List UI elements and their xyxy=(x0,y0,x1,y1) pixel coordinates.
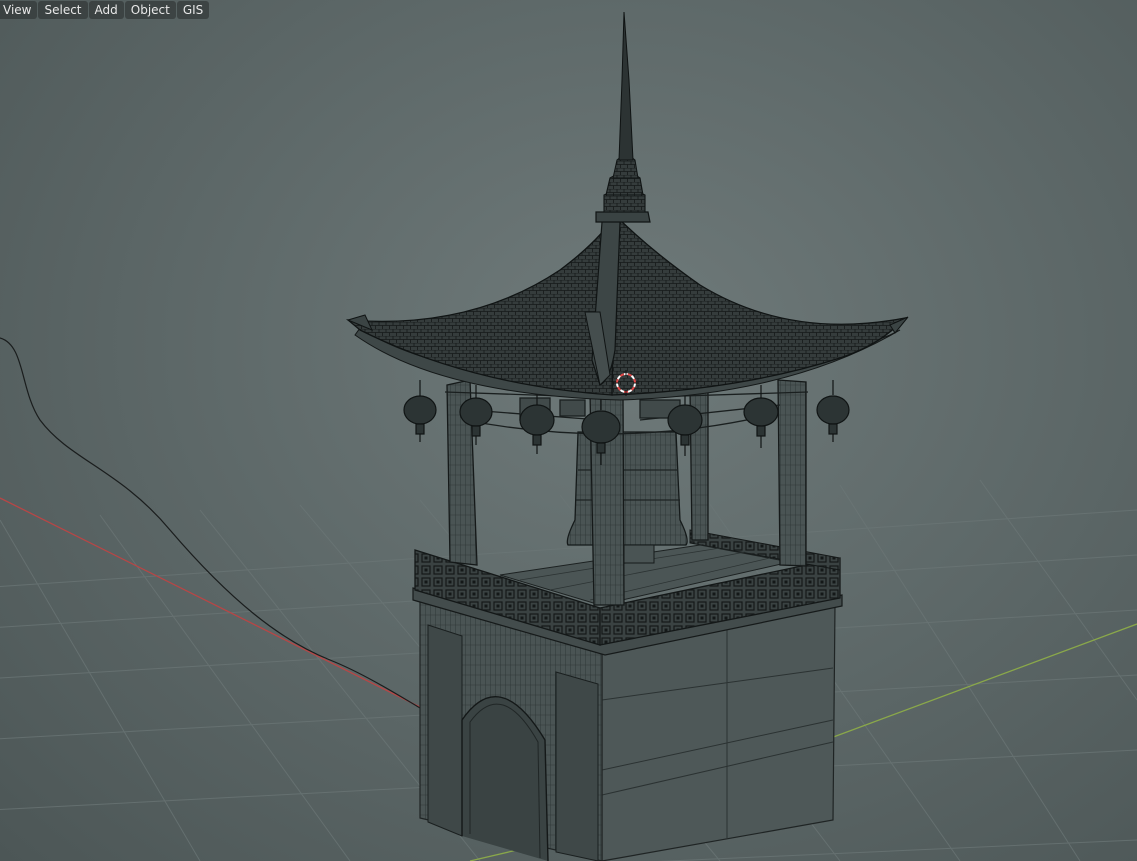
menu-view[interactable]: View xyxy=(0,0,38,19)
y-axis-line xyxy=(819,623,1137,743)
pagoda-roof xyxy=(346,11,909,401)
menu-add[interactable]: Add xyxy=(88,0,124,19)
menu-object[interactable]: Object xyxy=(124,0,176,19)
scene-canvas[interactable] xyxy=(0,0,1137,861)
lantern-1 xyxy=(403,380,437,442)
x-axis-line xyxy=(0,497,431,713)
menu-select[interactable]: Select xyxy=(38,0,88,19)
bell xyxy=(566,431,688,564)
lantern-7 xyxy=(816,380,850,442)
3d-viewport[interactable]: View Select Add Object GIS xyxy=(0,0,1137,861)
menu-gis[interactable]: GIS xyxy=(176,0,210,19)
viewport-header-menu: View Select Add Object GIS xyxy=(0,0,210,19)
